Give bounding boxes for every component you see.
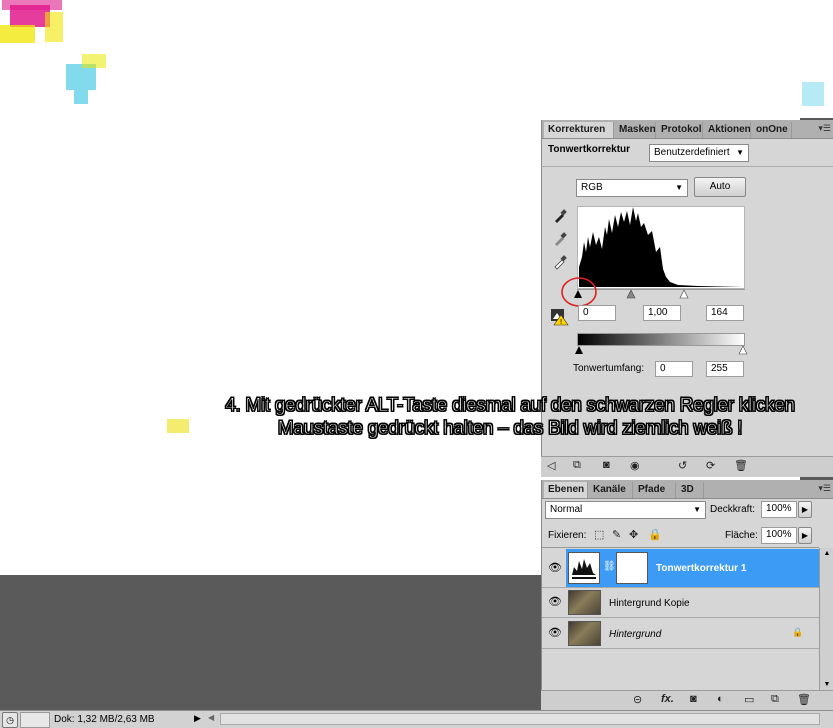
visibility-eye-icon[interactable]: 👁: [548, 628, 562, 639]
layers-scrollbar[interactable]: ▲ ▼: [819, 548, 833, 690]
blend-mode-value: Normal: [550, 504, 583, 515]
tutorial-caption-line1: 4. Mit gedrückter ALT-Taste diesmal auf …: [225, 395, 796, 417]
fill-stepper[interactable]: ▶: [798, 527, 812, 544]
layer-thumbnail: [568, 590, 601, 615]
chevron-down-icon: ▼: [675, 183, 683, 192]
add-mask-icon[interactable]: ◙: [690, 693, 697, 705]
channel-select-value: RGB: [581, 182, 603, 193]
horizontal-scrollbar[interactable]: [220, 713, 820, 725]
layers-tabbar: Ebenen Kanäle Pfade 3D ▾☰: [542, 480, 833, 499]
zoom-field[interactable]: [20, 712, 50, 728]
layer-mask-toggle-icon[interactable]: ◙: [603, 459, 610, 471]
layers-footer: [541, 690, 833, 711]
opacity-field[interactable]: 100%: [761, 501, 797, 518]
back-arrow-icon[interactable]: ◁: [547, 459, 555, 472]
white-point-slider[interactable]: [679, 289, 689, 299]
tab-masken[interactable]: Masken: [615, 122, 656, 138]
status-indicator-icon[interactable]: ◷: [2, 712, 18, 728]
new-layer-icon[interactable]: ⧉: [771, 693, 779, 706]
visibility-icon[interactable]: ◉: [630, 459, 640, 472]
output-white-field[interactable]: 255: [706, 361, 744, 377]
output-black-slider[interactable]: [574, 345, 584, 355]
previous-state-icon[interactable]: ↺: [678, 459, 687, 472]
clip-to-layer-icon[interactable]: ⧉: [573, 459, 581, 472]
status-bar: ◷ Dok: 1,32 MB/2,63 MB ▶ ◀: [0, 710, 833, 728]
layer-mask-thumbnail[interactable]: [616, 552, 648, 584]
adjustment-layer-thumbnail: [568, 552, 600, 584]
link-icon[interactable]: ⊝: [633, 693, 642, 706]
annotation-circle: [561, 277, 597, 307]
input-white-field[interactable]: 164: [706, 305, 744, 321]
divider: [541, 166, 833, 167]
mask-link-icon[interactable]: ⛓: [603, 561, 616, 572]
adjustment-title: Tonwertkorrektur: [548, 144, 631, 155]
layer-thumbnail: [568, 621, 601, 646]
tab-ebenen[interactable]: Ebenen: [544, 482, 588, 498]
input-slider-track: [577, 289, 745, 290]
output-white-slider[interactable]: [738, 345, 748, 355]
preset-select[interactable]: Benutzerdefiniert ▼: [649, 144, 749, 162]
adjustments-tabbar: Korrekturen Masken Protokoll Aktionen on…: [542, 120, 833, 139]
white-eyedropper-icon[interactable]: [552, 254, 568, 270]
chevron-down-icon: ▼: [736, 148, 744, 157]
layer-name[interactable]: Hintergrund Kopie: [609, 598, 690, 609]
lock-position-icon[interactable]: ✥: [629, 528, 638, 541]
reset-icon[interactable]: ⟳: [706, 459, 715, 472]
output-black-field[interactable]: 0: [655, 361, 693, 377]
fx-icon[interactable]: fx.: [661, 693, 674, 705]
group-icon[interactable]: ▭: [744, 693, 754, 706]
trash-icon[interactable]: 🗑: [797, 693, 811, 706]
preset-select-value: Benutzerdefiniert: [654, 147, 730, 158]
opacity-stepper[interactable]: ▶: [798, 501, 812, 518]
gray-eyedropper-icon[interactable]: [552, 231, 568, 247]
adjustment-layer-icon[interactable]: ◐: [717, 693, 724, 705]
visibility-eye-icon[interactable]: 👁: [548, 597, 562, 608]
fill-label: Fläche:: [725, 530, 758, 541]
black-eyedropper-icon[interactable]: [552, 208, 568, 224]
tab-aktionen[interactable]: Aktionen: [704, 122, 751, 138]
tab-korrekturen[interactable]: Korrekturen: [544, 122, 614, 138]
clipping-warning-icon[interactable]: !: [550, 306, 570, 326]
chevron-down-icon: ▼: [693, 505, 701, 514]
layer-name[interactable]: Tonwertkorrektur 1: [656, 563, 746, 574]
lock-label: Fixieren:: [548, 530, 587, 541]
scroll-left-icon[interactable]: ◀: [208, 713, 214, 722]
tab-3d[interactable]: 3D: [677, 482, 704, 498]
layer-name[interactable]: Hintergrund: [609, 629, 661, 640]
lock-pixels-icon[interactable]: ✎: [612, 528, 621, 541]
svg-text:!: !: [560, 318, 563, 326]
tab-pfade[interactable]: Pfade: [634, 482, 676, 498]
output-gradient: [577, 333, 745, 346]
histogram-graph: [579, 207, 743, 287]
lock-icon: 🔒: [792, 627, 804, 637]
tutorial-caption-line2: Maustaste gedrückt halten – das Bild wir…: [277, 418, 743, 440]
tab-protokoll[interactable]: Protokoll: [657, 122, 703, 138]
tab-onone[interactable]: onOne: [752, 122, 792, 138]
channel-select[interactable]: RGB ▼: [576, 179, 688, 197]
lock-transparency-icon[interactable]: ⬚: [594, 528, 604, 541]
panel-menu-icon[interactable]: ▾☰: [818, 483, 831, 494]
panel-menu-icon[interactable]: ▾☰: [818, 123, 831, 134]
blend-mode-select[interactable]: Normal ▼: [545, 501, 706, 519]
tab-kanaele[interactable]: Kanäle: [589, 482, 633, 498]
auto-button[interactable]: Auto: [694, 177, 746, 197]
output-levels-label: Tonwertumfang:: [573, 363, 645, 374]
opacity-label: Deckkraft:: [710, 504, 756, 515]
visibility-eye-icon[interactable]: 👁: [548, 563, 562, 574]
lock-all-icon[interactable]: 🔒: [648, 528, 662, 541]
input-gamma-field[interactable]: 1,00: [643, 305, 681, 321]
gamma-slider[interactable]: [626, 289, 636, 299]
status-menu-arrow-icon[interactable]: ▶: [194, 713, 201, 724]
input-black-field[interactable]: 0: [578, 305, 616, 321]
image-noise-cyan: [66, 54, 106, 104]
doc-info[interactable]: Dok: 1,32 MB/2,63 MB: [54, 714, 155, 725]
delete-icon[interactable]: 🗑: [734, 459, 748, 472]
canvas-right-strip: [800, 0, 833, 118]
fill-field[interactable]: 100%: [761, 527, 797, 544]
histogram: [577, 206, 745, 289]
